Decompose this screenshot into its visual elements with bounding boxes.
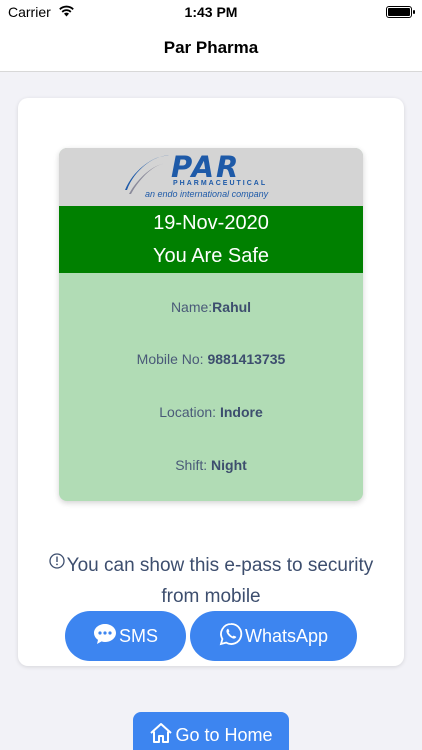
logo-tagline: an endo international company [145,189,269,199]
go-home-button[interactable]: Go to Home [133,712,289,750]
location-row: Location: Indore [59,404,363,420]
logo-brand: PAR [171,150,241,184]
whatsapp-icon [219,622,243,651]
location-value: Indore [219,404,263,420]
shift-row: Shift: Night [59,457,363,473]
logo-subtitle: PHARMACEUTICAL [173,180,268,187]
name-row: Name:Rahul [59,299,363,315]
mobile-row: Mobile No: 9881413735 [59,351,363,367]
sms-label: SMS [118,625,158,646]
shift-value: Night [211,457,247,473]
name-value: Rahul [212,299,252,315]
whatsapp-label: WhatsApp [244,625,329,646]
mobile-label: Mobile No: [136,351,208,367]
pass-status-banner: 19-Nov-2020 You Are Safe [59,206,363,273]
pass-status-text: You Are Safe [152,245,270,267]
info-message: You can show this e-pass to security fro… [30,548,392,612]
sms-button[interactable]: SMS [65,611,186,661]
mobile-value: 9881413735 [207,351,286,367]
logo-banner: PAR PHARMACEUTICAL an endo international… [59,148,363,206]
whatsapp-button[interactable]: WhatsApp [190,611,357,661]
go-home-label: Go to Home [175,724,273,745]
epass: PAR PHARMACEUTICAL an endo international… [59,148,363,501]
battery-icon [386,6,415,18]
info-text: You can show this e-pass to security fro… [66,555,374,607]
name-label: Name: [170,299,213,315]
navigation-bar: Par Pharma [0,26,422,72]
info-circle-icon [49,548,65,579]
page-title: Par Pharma [163,38,259,57]
chat-bubble-icon [93,623,117,650]
location-label: Location: [159,404,220,420]
status-bar: Carrier 1:43 PM [0,0,422,26]
status-time: 1:43 PM [184,4,238,20]
pass-date: 19-Nov-2020 [153,212,269,234]
shift-label: Shift: [175,457,212,473]
home-icon [149,721,173,750]
